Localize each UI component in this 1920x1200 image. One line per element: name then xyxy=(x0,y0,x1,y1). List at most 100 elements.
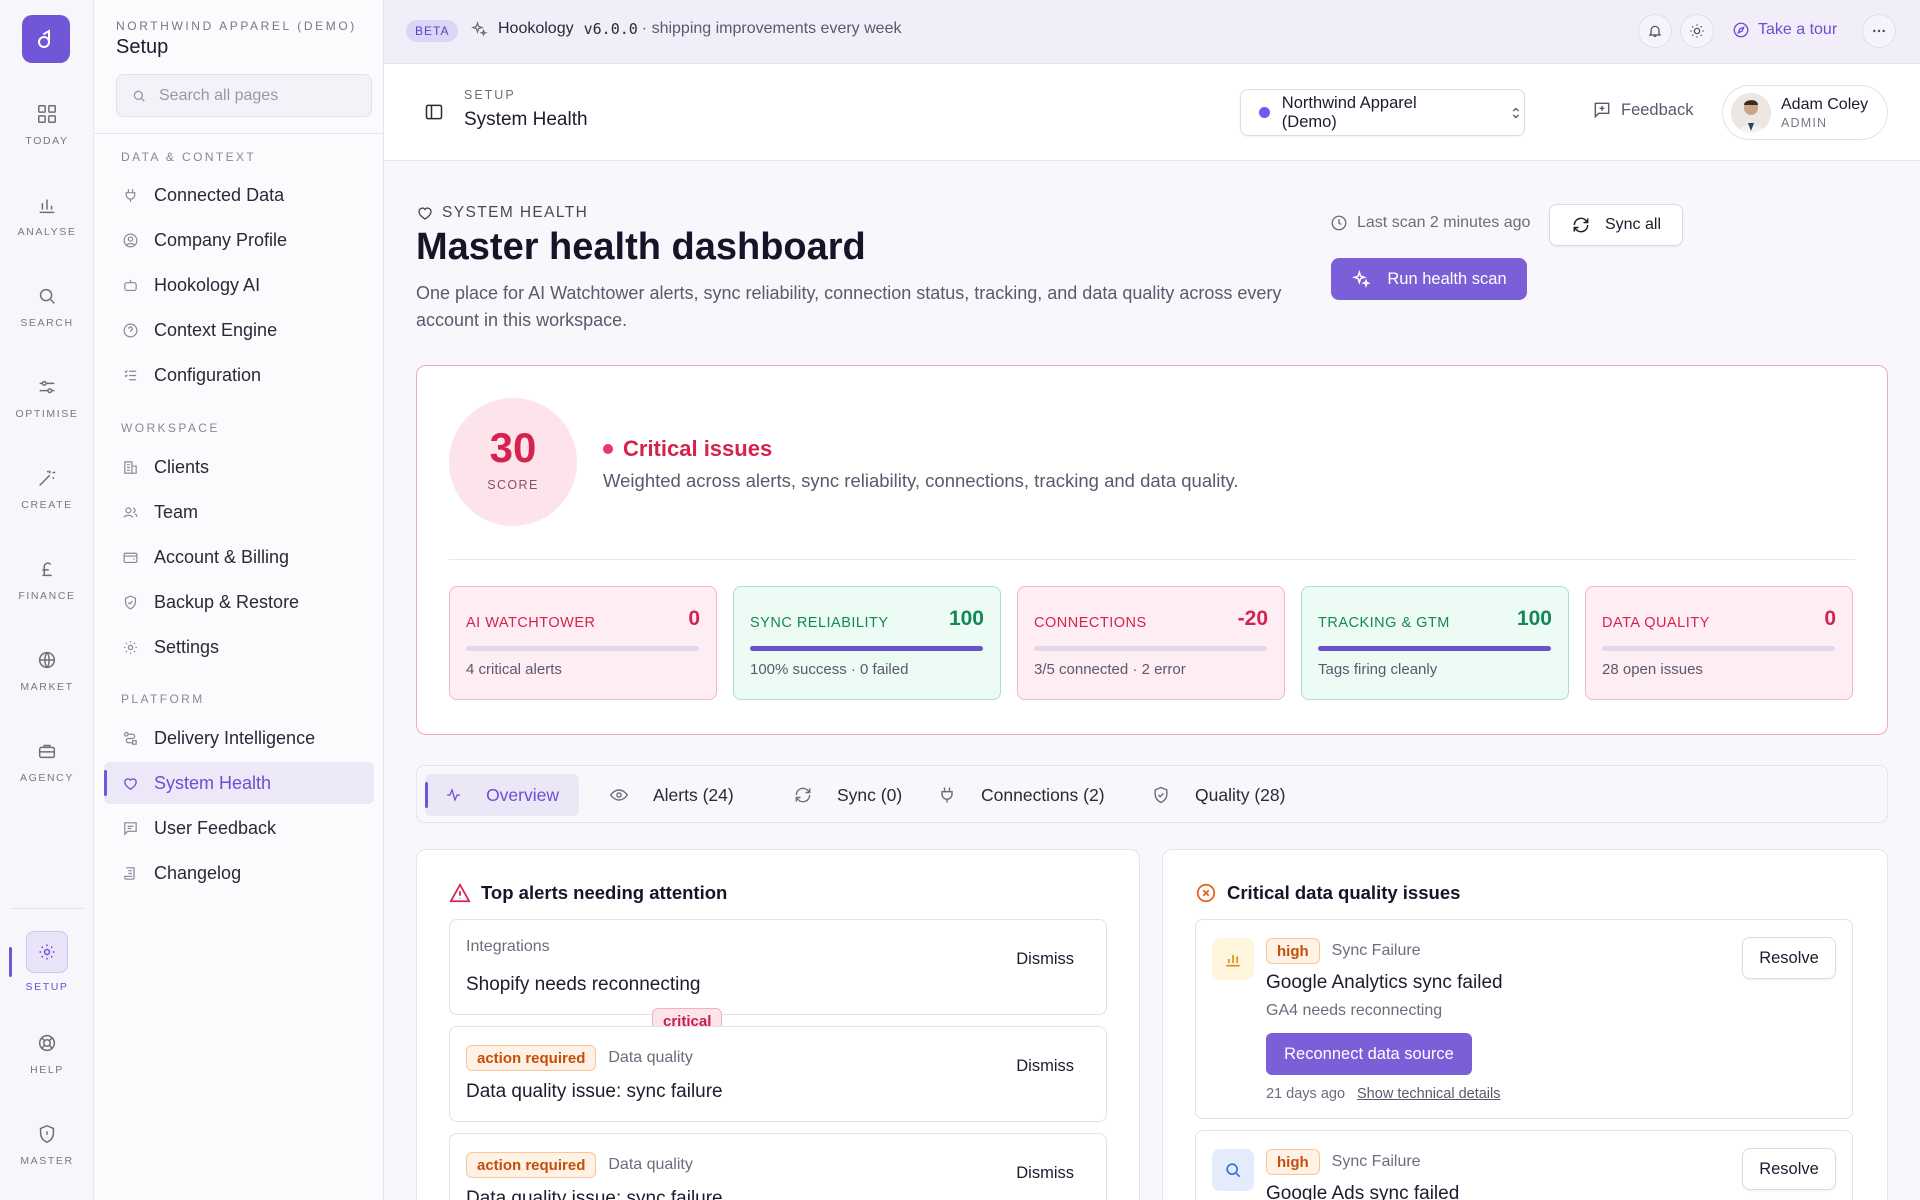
tab-connections[interactable]: Connections (2) xyxy=(917,774,1125,816)
toggle-sidebar-button[interactable] xyxy=(424,102,444,122)
rail-item-help[interactable]: HELP xyxy=(0,1032,94,1076)
alert-item[interactable]: action required Data quality Data qualit… xyxy=(449,1133,1107,1200)
rail-item-today[interactable]: TODAY xyxy=(0,103,94,147)
alert-item[interactable]: critical Integrations Shopify needs reco… xyxy=(449,919,1107,1034)
score-label: SCORE xyxy=(487,478,539,492)
sidebar-item-changelog[interactable]: Changelog xyxy=(104,852,374,894)
rail-item-master[interactable]: MASTER xyxy=(0,1123,94,1167)
tab-overview[interactable]: Overview xyxy=(425,774,579,816)
product-name: Hookology xyxy=(498,20,574,37)
metric-value: 100 xyxy=(1516,607,1552,630)
app-logo[interactable] xyxy=(22,15,70,63)
org-selector-value: Northwind Apparel (Demo) xyxy=(1281,93,1417,131)
reconnect-data-source-button[interactable]: Reconnect data source xyxy=(1266,1033,1472,1075)
sidebar-item-connected-data[interactable]: Connected Data xyxy=(104,174,374,216)
alert-meta: action required Data quality xyxy=(466,1152,693,1178)
sync-all-button[interactable]: Sync all xyxy=(1549,204,1683,246)
more-menu-button[interactable] xyxy=(1862,14,1896,48)
run-scan-label: Run health scan xyxy=(1387,269,1507,288)
sidebar-item-user-feedback[interactable]: User Feedback xyxy=(104,807,374,849)
rail-item-agency[interactable]: AGENCY xyxy=(0,740,94,784)
quality-issue-item[interactable]: high Sync Failure Google Analytics sync … xyxy=(1195,919,1853,1119)
metric-card-connections[interactable]: CONNECTIONS -20 3/5 connected · 2 error xyxy=(1017,586,1285,700)
dismiss-button[interactable]: Dismiss xyxy=(1016,950,1074,969)
dismiss-button[interactable]: Dismiss xyxy=(1016,1057,1074,1076)
rail-label: AGENCY xyxy=(20,772,74,784)
tab-alerts[interactable]: Alerts (24) xyxy=(589,774,754,816)
sidebar-item-backup-restore[interactable]: Backup & Restore xyxy=(104,581,374,623)
user-menu[interactable]: Adam Coley ADMIN xyxy=(1722,85,1888,140)
last-scan-text: Last scan 2 minutes ago xyxy=(1357,214,1531,231)
building-icon xyxy=(124,460,137,474)
health-status: Critical issues xyxy=(603,436,772,462)
resolve-button[interactable]: Resolve xyxy=(1742,937,1836,979)
metric-card-data-quality[interactable]: DATA QUALITY 0 28 open issues xyxy=(1585,586,1853,700)
sidebar-item-context-engine[interactable]: Context Engine xyxy=(104,309,374,351)
alert-meta: action required Data quality xyxy=(466,1045,693,1071)
route-icon xyxy=(123,731,137,745)
sidebar-item-settings[interactable]: Settings xyxy=(104,626,374,668)
feedback-button[interactable]: Feedback xyxy=(1592,100,1693,120)
sidebar-item-clients[interactable]: Clients xyxy=(104,446,374,488)
tab-quality[interactable]: Quality (28) xyxy=(1131,774,1305,816)
release-announcement[interactable]: Hookology v6.0.0 · shipping improvements… xyxy=(470,20,901,38)
sidebar-item-label: Backup & Restore xyxy=(154,591,300,612)
severity-badge: high xyxy=(1266,938,1320,964)
metric-card-tracking-gtm[interactable]: TRACKING & GTM 100 Tags firing cleanly xyxy=(1301,586,1569,700)
rail-item-analyse[interactable]: ANALYSE xyxy=(0,194,94,238)
sidebar-item-label: System Health xyxy=(154,772,272,793)
breadcrumb-section: SETUP xyxy=(464,88,516,102)
sidebar-item-configuration[interactable]: Configuration xyxy=(104,354,374,396)
dismiss-button[interactable]: Dismiss xyxy=(1016,1164,1074,1183)
rail-item-market[interactable]: MARKET xyxy=(0,649,94,693)
sidebar-item-team[interactable]: Team xyxy=(104,491,374,533)
sidebar-item-delivery-intelligence[interactable]: Delivery Intelligence xyxy=(104,717,374,759)
metric-card-ai-watchtower[interactable]: AI WATCHTOWER 0 4 critical alerts xyxy=(449,586,717,700)
metric-progress xyxy=(466,646,699,651)
refresh-icon xyxy=(795,787,811,803)
org-selector[interactable]: Northwind Apparel (Demo) xyxy=(1240,89,1525,136)
rail-item-create[interactable]: CREATE xyxy=(0,467,94,511)
shield-check-icon xyxy=(124,594,137,610)
clock-icon xyxy=(1331,215,1347,231)
alert-item[interactable]: action required Data quality Data qualit… xyxy=(449,1026,1107,1122)
sidebar-item-account-billing[interactable]: Account & Billing xyxy=(104,536,374,578)
tab-sync[interactable]: Sync (0) xyxy=(773,774,922,816)
announcement-bar: BETA Hookology v6.0.0 · shipping improve… xyxy=(384,0,1920,64)
theme-toggle[interactable] xyxy=(1680,14,1714,48)
rail-item-setup[interactable]: SETUP xyxy=(0,931,94,993)
metric-card-sync-reliability[interactable]: SYNC RELIABILITY 100 100% success · 0 fa… xyxy=(733,586,1001,700)
shield-icon xyxy=(39,1124,55,1144)
rail-item-search[interactable]: SEARCH xyxy=(0,285,94,329)
panel-title: Top alerts needing attention xyxy=(449,882,727,904)
rail-item-optimise[interactable]: OPTIMISE xyxy=(0,376,94,420)
gear-icon xyxy=(124,640,137,654)
sidebar-item-system-health[interactable]: System Health xyxy=(104,762,374,804)
metric-progress-fill xyxy=(1318,646,1551,651)
sidebar-item-label: Company Profile xyxy=(154,229,288,250)
rail-label: SEARCH xyxy=(20,317,74,329)
sidebar-search[interactable]: Search all pages xyxy=(116,74,372,117)
user-circle-icon xyxy=(123,233,138,247)
sidebar-item-hookology-ai[interactable]: Hookology AI xyxy=(104,264,374,306)
notifications-button[interactable] xyxy=(1638,14,1672,48)
sidebar-item-company-profile[interactable]: Company Profile xyxy=(104,219,374,261)
resolve-button[interactable]: Resolve xyxy=(1742,1148,1836,1190)
org-name: NORTHWIND APPAREL (DEMO) xyxy=(116,19,357,33)
page-header: SETUP System Health Northwind Apparel (D… xyxy=(384,64,1920,161)
page-title: System Health xyxy=(464,109,588,130)
tagline: · shipping improvements every week xyxy=(641,20,902,37)
panel-title: Critical data quality issues xyxy=(1195,882,1460,904)
run-health-scan-button[interactable]: Run health scan xyxy=(1331,258,1527,300)
plug-icon xyxy=(125,188,136,202)
quality-issue-item[interactable]: high Sync Failure Google Ads sync failed… xyxy=(1195,1130,1853,1200)
rail-item-finance[interactable]: FINANCE xyxy=(0,558,94,602)
search-icon xyxy=(133,90,145,102)
search-icon xyxy=(39,288,55,304)
briefcase-icon xyxy=(38,744,56,759)
alert-title: Shopify needs reconnecting xyxy=(466,974,701,995)
show-technical-details-link[interactable]: Show technical details xyxy=(1357,1086,1500,1102)
take-tour-link[interactable]: Take a tour xyxy=(1732,21,1837,39)
tab-label: Quality (28) xyxy=(1195,784,1286,805)
tab-label: Connections (2) xyxy=(981,784,1105,805)
